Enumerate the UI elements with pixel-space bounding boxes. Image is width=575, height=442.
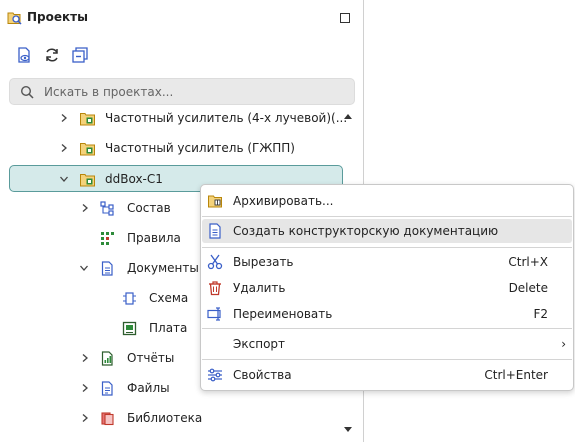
menu-separator <box>202 247 572 248</box>
tree-item-label: Частотный усилитель (ГЖПП) <box>105 141 295 155</box>
properties-icon <box>208 368 222 382</box>
panel-header: Проекты <box>0 0 363 36</box>
menu-item-rename[interactable]: Переименовать F2 <box>202 302 572 326</box>
menu-item-label: Экспорт <box>233 337 286 351</box>
documents-icon <box>101 261 113 276</box>
chevron-right-icon[interactable] <box>81 414 89 422</box>
scroll-up-arrow[interactable] <box>344 114 352 119</box>
project-icon <box>80 113 95 126</box>
cut-icon <box>207 254 223 270</box>
archive-icon <box>208 195 222 208</box>
chevron-right-icon[interactable] <box>60 144 68 152</box>
menu-item-label: Удалить <box>233 281 286 295</box>
tree-item-label: ddBox-C1 <box>105 172 163 186</box>
tree-item-label: Отчёты <box>127 351 175 365</box>
chevron-right-icon[interactable] <box>81 384 89 392</box>
search-box <box>9 78 355 105</box>
tree-item-biblioteka[interactable]: Библиотека <box>9 405 343 432</box>
menu-item-create-docs[interactable]: Создать конструкторскую документацию <box>202 219 572 243</box>
menu-separator <box>202 216 572 217</box>
tree-item-label: Документы <box>127 261 199 275</box>
view-project-icon[interactable] <box>15 46 33 64</box>
menu-item-shortcut: F2 <box>533 307 548 321</box>
files-icon <box>101 381 113 396</box>
panel-title: Проекты <box>27 10 88 24</box>
menu-item-label: Архивировать... <box>233 194 334 208</box>
menu-item-properties[interactable]: Свойства Ctrl+Enter <box>202 363 572 387</box>
maximize-button[interactable] <box>340 13 350 23</box>
menu-item-shortcut: Ctrl+Enter <box>484 368 548 382</box>
menu-item-archive[interactable]: Архивировать... <box>202 189 572 213</box>
projects-search-icon <box>7 12 22 25</box>
tree-item-label: Файлы <box>127 381 170 395</box>
chevron-down-icon[interactable] <box>80 264 88 272</box>
menu-item-cut[interactable]: Вырезать Ctrl+X <box>202 250 572 274</box>
tree-item-label: Плата <box>149 321 188 335</box>
tree-item-freq-amp-4[interactable]: Частотный усилитель (4-х лучевой)(... <box>9 105 347 132</box>
tree-item-label: Библиотека <box>127 411 203 425</box>
create-docs-icon <box>209 223 221 239</box>
tree-item-label: Состав <box>127 201 171 215</box>
search-icon <box>20 85 34 99</box>
reports-icon <box>101 351 113 366</box>
menu-separator <box>202 359 572 360</box>
delete-icon <box>209 281 221 296</box>
search-input[interactable] <box>44 83 344 101</box>
project-icon <box>80 174 95 187</box>
project-icon <box>80 143 95 156</box>
rename-icon <box>207 307 221 321</box>
rules-icon <box>101 232 114 245</box>
chevron-right-icon[interactable] <box>81 204 89 212</box>
chevron-right-icon[interactable] <box>60 114 68 122</box>
menu-item-delete[interactable]: Удалить Delete <box>202 276 572 300</box>
chevron-down-icon[interactable] <box>60 175 68 183</box>
collapse-all-icon[interactable] <box>71 46 89 64</box>
tree-item-label: Схема <box>149 291 189 305</box>
tree-item-label: Правила <box>127 231 181 245</box>
tree-item-freq-amp-gzhpp[interactable]: Частотный усилитель (ГЖПП) <box>9 135 343 162</box>
schematic-icon <box>123 292 136 305</box>
submenu-arrow-icon: › <box>561 337 566 351</box>
menu-item-label: Создать конструкторскую документацию <box>233 224 499 238</box>
tree-item-label: Частотный усилитель (4-х лучевой)(... <box>105 111 348 125</box>
menu-item-label: Переименовать <box>233 307 333 321</box>
board-icon <box>122 321 137 336</box>
refresh-icon[interactable] <box>43 46 61 64</box>
context-menu: Архивировать... Создать конструкторскую … <box>200 184 574 391</box>
structure-icon <box>100 201 114 216</box>
menu-item-export[interactable]: Экспорт › <box>202 332 572 356</box>
chevron-right-icon[interactable] <box>81 354 89 362</box>
menu-separator <box>202 328 572 329</box>
menu-item-label: Вырезать <box>233 255 294 269</box>
menu-item-shortcut: Ctrl+X <box>508 255 548 269</box>
library-icon <box>101 412 114 426</box>
menu-item-label: Свойства <box>233 368 292 382</box>
scroll-down-arrow[interactable] <box>344 427 352 432</box>
menu-item-shortcut: Delete <box>508 281 548 295</box>
